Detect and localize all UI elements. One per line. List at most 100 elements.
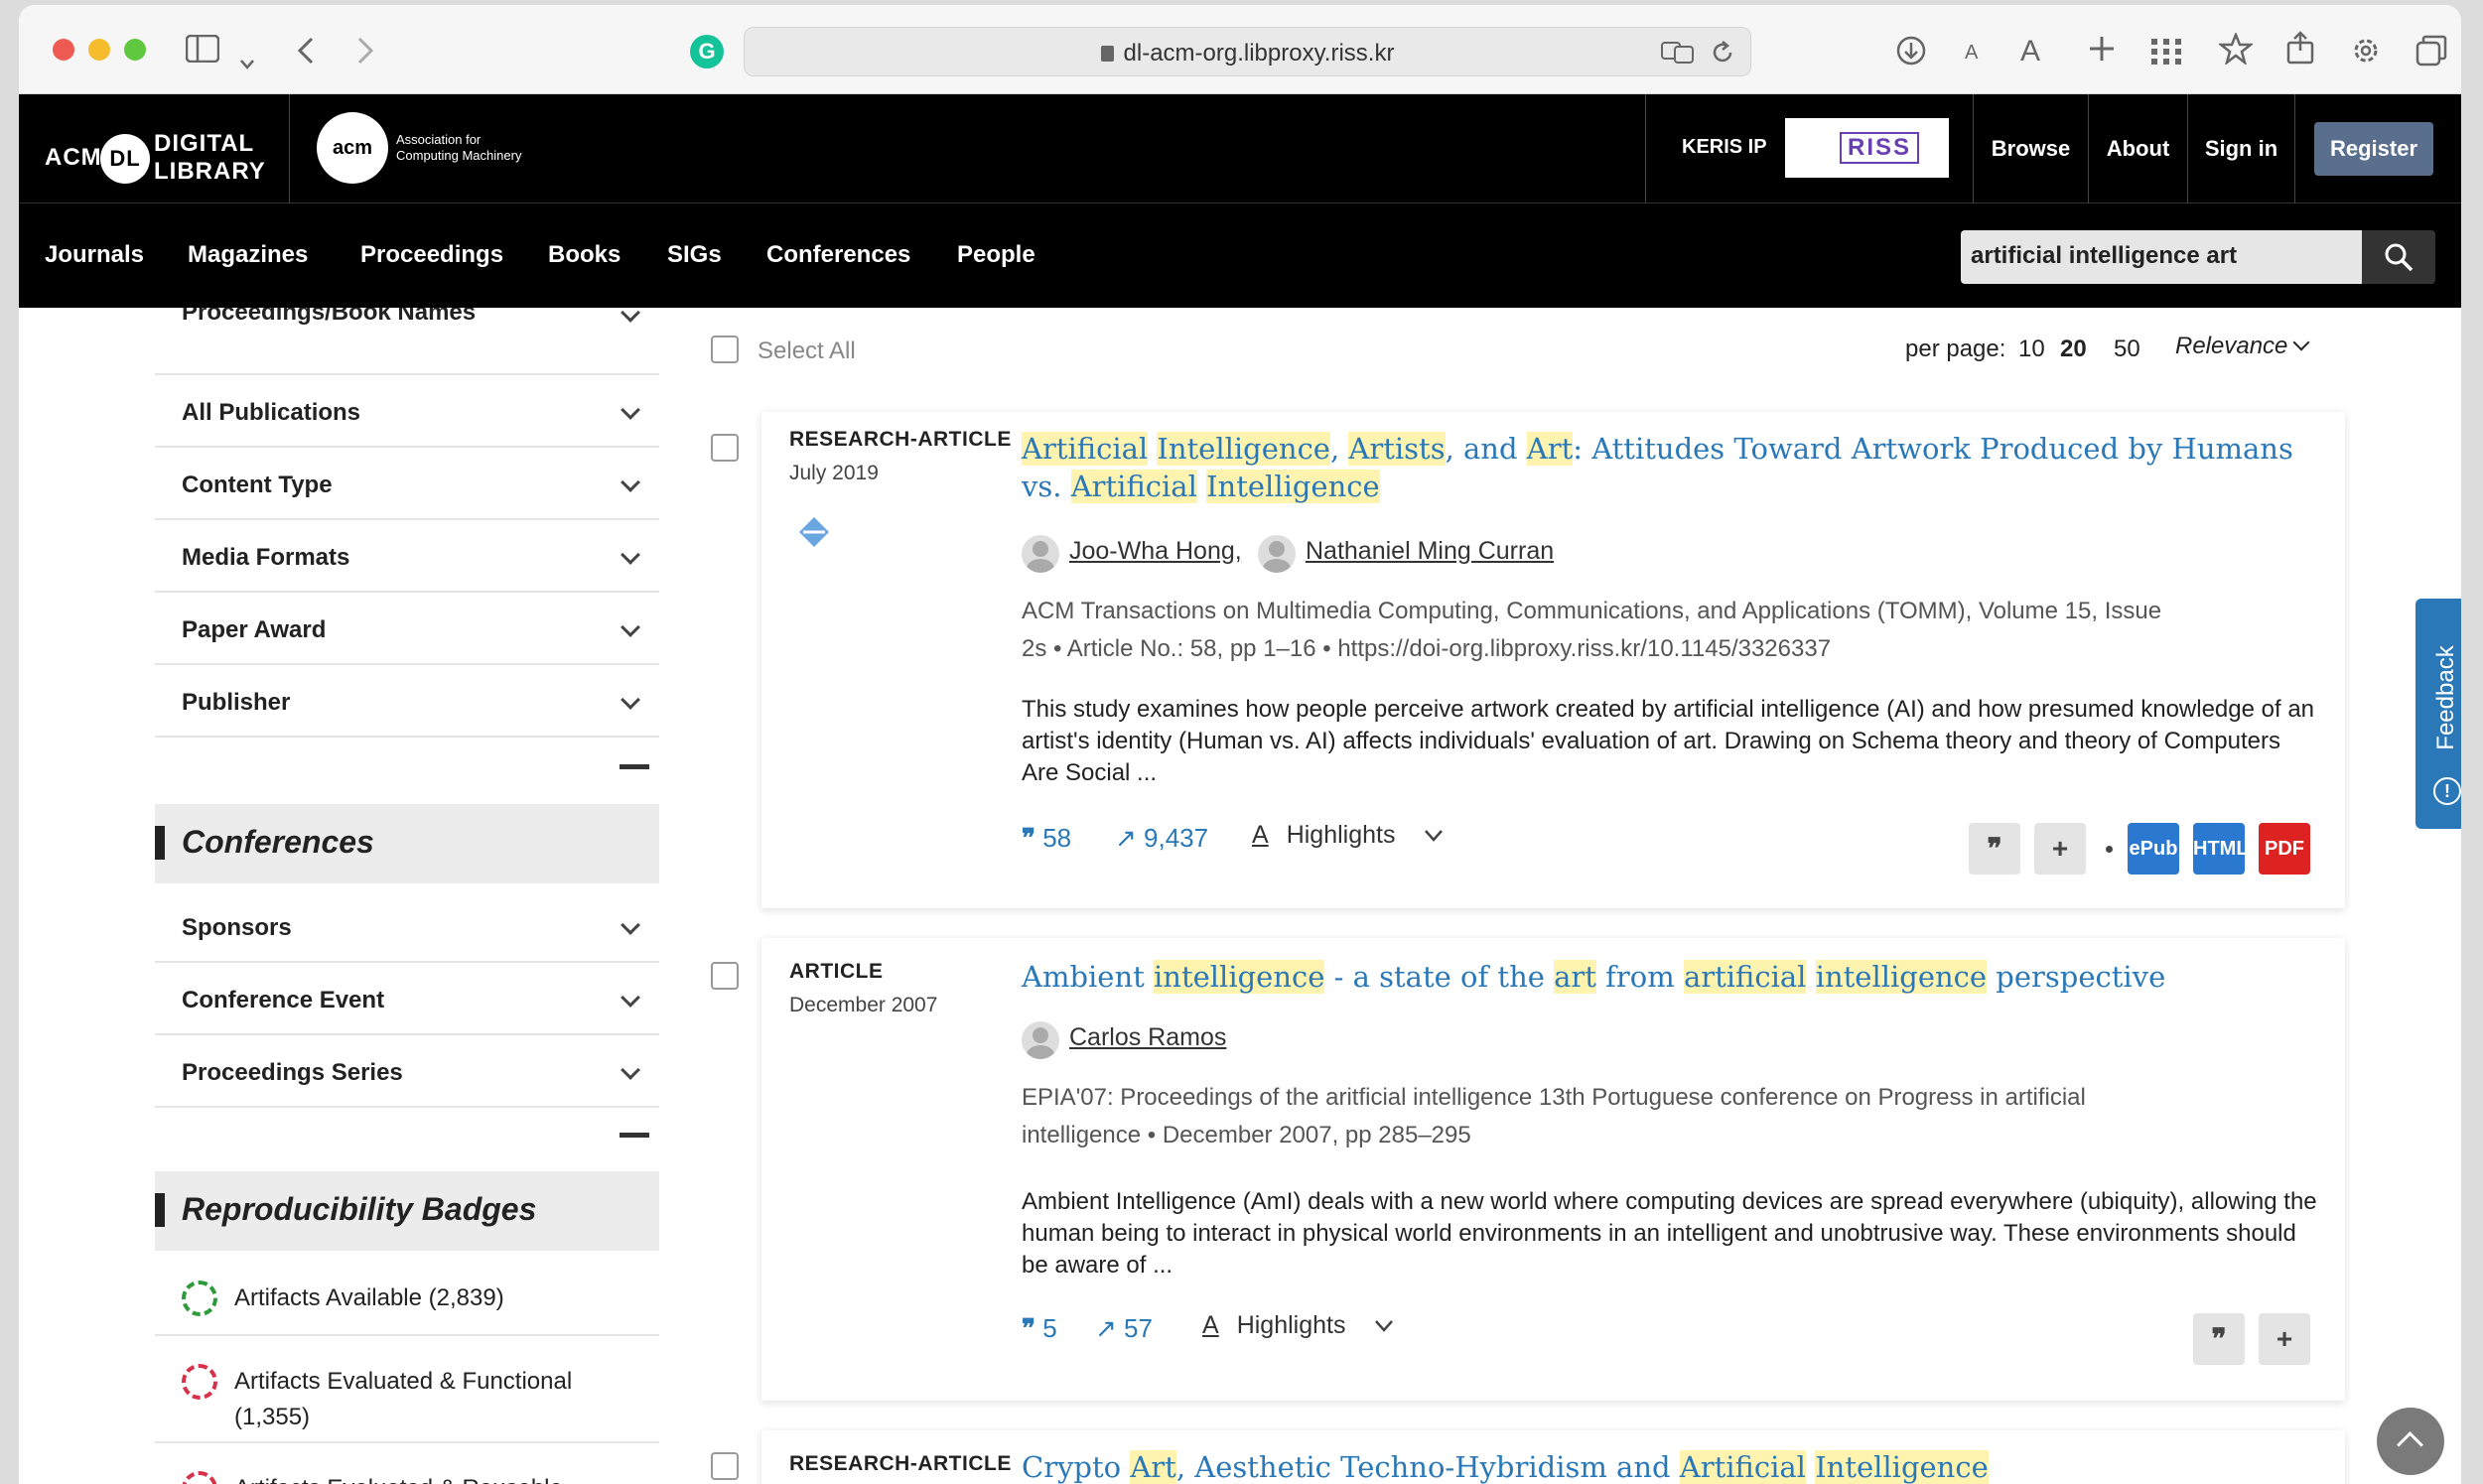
result-type: RESEARCH-ARTICLE — [789, 1452, 1012, 1475]
new-tab-icon[interactable] — [2088, 35, 2116, 68]
text-smaller-icon[interactable]: A — [1965, 43, 1978, 63]
minimize-window-button[interactable] — [88, 39, 110, 61]
search-button[interactable] — [2362, 230, 2435, 284]
highlighted-term: Intelligence — [1815, 1450, 1989, 1484]
result-abstract: Ambient Intelligence (AmI) deals with a … — [1022, 1188, 2317, 1279]
author-link[interactable]: Joo-Wha Hong, — [1069, 537, 1242, 566]
chevron-down-icon — [621, 915, 640, 935]
register-button[interactable]: Register — [2314, 122, 2433, 176]
result-title-link[interactable]: Crypto Art, Aesthetic Techno-Hybridism a… — [1022, 1448, 2312, 1484]
nav-proceedings[interactable]: Proceedings — [360, 241, 503, 269]
close-window-button[interactable] — [53, 39, 74, 61]
add-to-binder-button[interactable]: + — [2034, 823, 2086, 875]
search-input[interactable]: artificial intelligence art — [1961, 230, 2362, 284]
result-title-link[interactable]: Ambient intelligence - a state of the ar… — [1022, 958, 2312, 996]
facet-all-publications[interactable]: All Publications — [155, 375, 659, 448]
nav-people[interactable]: People — [957, 241, 1035, 269]
highlighted-term: intelligence — [1815, 960, 1988, 994]
select-all-label[interactable]: Select All — [758, 337, 856, 365]
badge-artifacts-available[interactable]: Artifacts Available (2,839) — [155, 1253, 659, 1336]
cite-button[interactable]: ❞ — [2193, 1313, 2245, 1365]
add-to-binder-button[interactable]: + — [2259, 1313, 2310, 1365]
downloads-icon[interactable] — [1895, 35, 1927, 72]
title-text — [1806, 960, 1815, 994]
nav-sigs[interactable]: SIGs — [667, 241, 722, 269]
chevron-down-icon — [2292, 334, 2310, 351]
per-page-10[interactable]: 10 — [2018, 336, 2045, 363]
select-all-checkbox[interactable] — [711, 336, 739, 363]
epub-button[interactable]: ePub — [2128, 823, 2179, 875]
download-count[interactable]: ↗ 57 — [1095, 1313, 1153, 1344]
tabs-overview-icon[interactable] — [2415, 35, 2447, 72]
search-result-card: ARTICLE December 2007 Ambient intelligen… — [761, 938, 2345, 1401]
per-page-50[interactable]: 50 — [2114, 336, 2140, 363]
gear-icon[interactable] — [2350, 35, 2382, 72]
citation-count[interactable]: ❞ 5 — [1022, 1313, 1057, 1344]
highlighted-term: Artificial — [1679, 1450, 1806, 1484]
publication-info: ACM Transactions on Multimedia Computing… — [1022, 598, 2162, 662]
facet-publisher[interactable]: Publisher — [155, 665, 659, 738]
forward-icon[interactable] — [356, 37, 374, 70]
chevron-down-icon — [621, 400, 640, 420]
browse-link[interactable]: Browse — [1973, 94, 2088, 203]
nav-journals[interactable]: Journals — [45, 241, 144, 269]
browser-toolbar: G dl-acm-org.libproxy.riss.kr A A — [19, 5, 2461, 94]
badge-artifacts-reusable[interactable]: Artifacts Evaluated & Reusable — [155, 1443, 659, 1484]
share-icon[interactable] — [2286, 31, 2314, 70]
html-button[interactable]: HTML — [2193, 823, 2249, 875]
citation-count[interactable]: ❞ 58 — [1022, 823, 1071, 854]
feedback-tab[interactable]: Feedback ! — [2415, 599, 2461, 829]
reload-icon[interactable] — [1711, 40, 1734, 70]
pdf-button[interactable]: PDF — [2259, 823, 2310, 875]
collapse-section-icon[interactable] — [620, 1133, 649, 1138]
back-icon[interactable] — [297, 37, 315, 70]
sort-dropdown[interactable]: Relevance — [2175, 333, 2310, 360]
title-text: , and — [1445, 432, 1527, 466]
artifacts-functional-badge-icon — [182, 1364, 217, 1400]
nav-books[interactable]: Books — [548, 241, 621, 269]
scroll-to-top-button[interactable] — [2377, 1408, 2444, 1475]
bookmark-star-icon[interactable] — [2217, 31, 2255, 70]
collapse-section-icon[interactable] — [620, 764, 649, 769]
cite-button[interactable]: ❞ — [1969, 823, 2020, 875]
title-text — [1806, 1450, 1815, 1484]
result-checkbox[interactable] — [711, 434, 739, 462]
facet-proceedings-book-names[interactable]: Proceedings/Book Names — [155, 308, 659, 375]
per-page-20[interactable]: 20 — [2060, 336, 2087, 363]
chevron-down-icon — [621, 308, 640, 323]
facet-media-formats[interactable]: Media Formats — [155, 520, 659, 593]
result-checkbox[interactable] — [711, 962, 739, 990]
nav-magazines[interactable]: Magazines — [188, 241, 308, 269]
sidebar-toggle-icon[interactable] — [185, 34, 220, 68]
title-text: - a state of the — [1324, 960, 1555, 994]
download-count[interactable]: ↗ 9,437 — [1115, 823, 1208, 854]
badge-artifacts-functional[interactable]: Artifacts Evaluated & Functional (1,355) — [155, 1336, 659, 1443]
sign-in-link[interactable]: Sign in — [2187, 94, 2294, 203]
author-link[interactable]: Nathaniel Ming Curran — [1306, 537, 1554, 566]
facet-content-type[interactable]: Content Type — [155, 448, 659, 520]
result-title-link[interactable]: Artificial Intelligence, Artists, and Ar… — [1022, 430, 2312, 505]
grid-icon[interactable] — [2151, 37, 2181, 70]
highlight-icon: A — [1252, 821, 1269, 849]
author-link[interactable]: Carlos Ramos — [1069, 1023, 1226, 1052]
text-larger-icon[interactable]: A — [2020, 37, 2040, 67]
result-type: RESEARCH-ARTICLE — [789, 428, 1012, 451]
highlighted-term: intelligence — [1154, 960, 1325, 994]
nav-conferences[interactable]: Conferences — [766, 241, 910, 269]
translate-icon[interactable] — [1661, 42, 1695, 68]
chevron-down-icon[interactable] — [239, 43, 255, 76]
about-link[interactable]: About — [2088, 94, 2187, 203]
zoom-window-button[interactable] — [124, 39, 146, 61]
facet-paper-award[interactable]: Paper Award — [155, 593, 659, 665]
address-bar[interactable]: dl-acm-org.libproxy.riss.kr — [744, 27, 1751, 76]
highlights-toggle[interactable]: A Highlights — [1252, 821, 1444, 850]
facet-sponsors[interactable]: Sponsors — [155, 890, 659, 963]
facet-conference-event[interactable]: Conference Event — [155, 963, 659, 1035]
highlights-toggle[interactable]: A Highlights — [1202, 1311, 1394, 1340]
result-checkbox[interactable] — [711, 1452, 739, 1480]
result-date: December 2007 — [789, 994, 938, 1016]
highlighted-term: Intelligence — [1206, 470, 1380, 503]
grammarly-icon[interactable]: G — [690, 35, 724, 68]
riss-logo[interactable]: RISS — [1785, 118, 1949, 178]
facet-proceedings-series[interactable]: Proceedings Series — [155, 1035, 659, 1108]
